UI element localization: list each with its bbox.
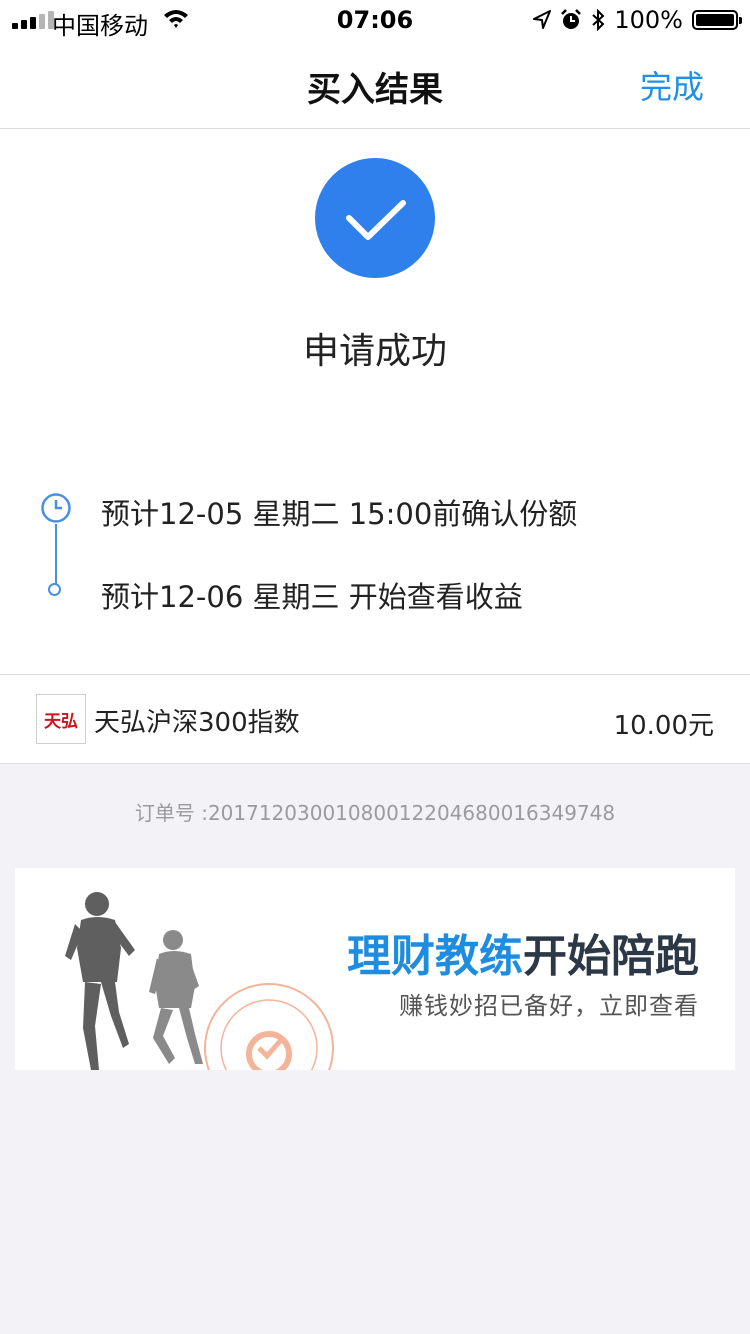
status-right: 100%	[533, 6, 742, 34]
location-icon	[533, 10, 552, 29]
nav-bar: 买入结果 完成	[0, 40, 750, 129]
fund-logo: 天弘	[36, 694, 86, 744]
clock-icon	[41, 493, 71, 523]
banner-subtitle: 赚钱妙招已备好，立即查看	[399, 992, 699, 1020]
result-panel: 中国移动 07:06 100% 买入结果 完成 申请成功 预计12-05 星期二…	[0, 0, 750, 764]
fund-row[interactable]: 天弘 天弘沪深300指数 10.00元	[0, 674, 750, 764]
fund-name: 天弘沪深300指数	[94, 708, 300, 738]
fund-amount: 10.00元	[613, 711, 714, 741]
timeline-dot	[48, 583, 61, 596]
page-title: 买入结果	[307, 70, 443, 110]
status-bar: 中国移动 07:06 100%	[0, 0, 750, 40]
done-button[interactable]: 完成	[640, 62, 704, 108]
check-icon	[346, 200, 406, 240]
alarm-icon	[561, 9, 582, 29]
timeline-step-confirm: 预计12-05 星期二 15:00前确认份额	[101, 497, 578, 531]
timeline-step-earnings: 预计12-06 星期三 开始查看收益	[101, 580, 523, 614]
battery-icon	[692, 10, 742, 30]
banner-title-rest: 开始陪跑	[523, 931, 699, 982]
success-message: 申请成功	[302, 331, 447, 372]
timeline-connector	[55, 524, 57, 584]
success-badge	[315, 158, 435, 278]
battery-percent: 100%	[614, 6, 683, 34]
order-number: 订单号 :20171203001080012204680016349748	[134, 801, 616, 825]
banner-title-highlight: 理财教练	[347, 931, 523, 982]
service-stamp	[204, 983, 334, 1070]
bluetooth-icon	[592, 9, 605, 31]
banner-title: 理财教练开始陪跑	[347, 920, 699, 984]
coach-banner[interactable]: 理财教练开始陪跑 赚钱妙招已备好，立即查看	[15, 868, 735, 1070]
